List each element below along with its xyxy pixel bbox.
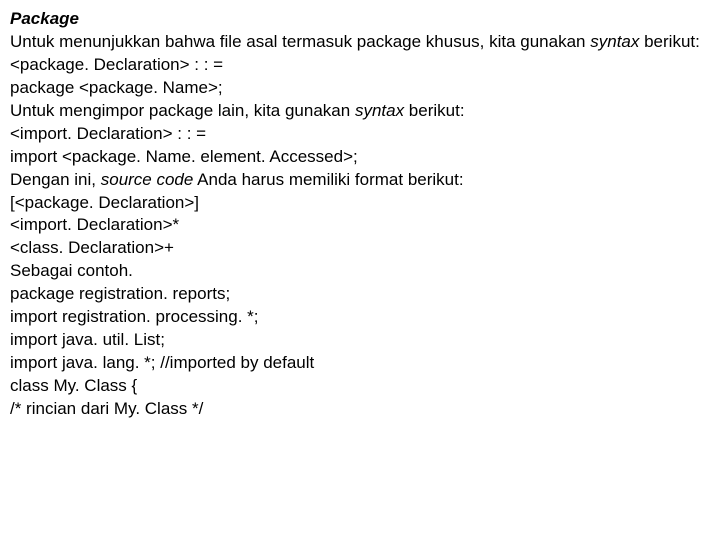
text-line: import registration. processing. *; (10, 306, 710, 329)
text-line: <import. Declaration> : : = (10, 123, 710, 146)
text-line: Untuk mengimpor package lain, kita gunak… (10, 100, 710, 123)
text-line: <package. Declaration> : : = (10, 54, 710, 77)
text-italic: syntax (590, 32, 639, 51)
text-italic: syntax (355, 101, 404, 120)
text-line: Sebagai contoh. (10, 260, 710, 283)
text-line: <import. Declaration>* (10, 214, 710, 237)
text: berikut: (404, 101, 464, 120)
text-line: [<package. Declaration>] (10, 192, 710, 215)
text: Anda harus memiliki format berikut: (193, 170, 463, 189)
text: Untuk mengimpor package lain, kita gunak… (10, 101, 355, 120)
text-line: Untuk menunjukkan bahwa file asal termas… (10, 31, 710, 54)
text-line: import java. lang. *; //imported by defa… (10, 352, 710, 375)
text-line: import java. util. List; (10, 329, 710, 352)
text-line: import <package. Name. element. Accessed… (10, 146, 710, 169)
text: berikut: (639, 32, 699, 51)
text-line: package <package. Name>; (10, 77, 710, 100)
text-italic: source code (101, 170, 194, 189)
text: Dengan ini, (10, 170, 101, 189)
text-line: class My. Class { (10, 375, 710, 398)
document-body: Package Untuk menunjukkan bahwa file asa… (10, 8, 710, 421)
text-line: /* rincian dari My. Class */ (10, 398, 710, 421)
text-line: <class. Declaration>+ (10, 237, 710, 260)
text-line: package registration. reports; (10, 283, 710, 306)
text-line: Dengan ini, source code Anda harus memil… (10, 169, 710, 192)
heading-package: Package (10, 8, 710, 31)
text: Untuk menunjukkan bahwa file asal termas… (10, 32, 590, 51)
